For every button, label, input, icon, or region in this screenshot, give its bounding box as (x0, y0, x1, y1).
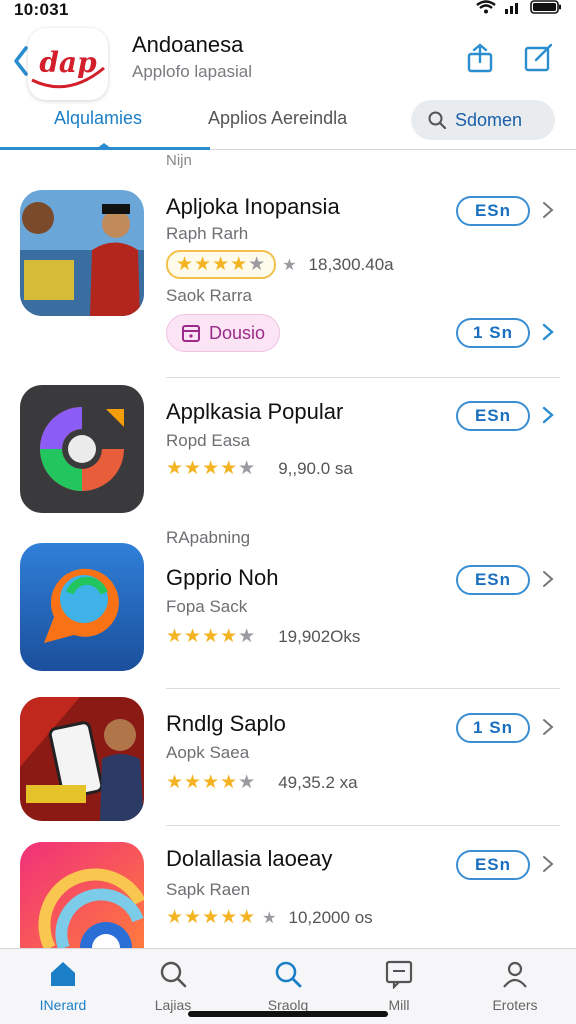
rating-count: 18,300.40a (308, 254, 394, 274)
tab-bar-item-home[interactable]: INerard (18, 959, 108, 1013)
rating-count: 9,,90.0 sa (278, 458, 353, 478)
character-poster-icon[interactable] (20, 190, 144, 316)
tab-applios-aereindla[interactable]: Applios Aereindla (208, 108, 347, 129)
star-rating-icon: ★★★★★ (166, 772, 257, 793)
rating-badge: ★★★★★ (166, 250, 277, 279)
logo-text: dap (39, 46, 97, 79)
tab-bar-item-lajias[interactable]: Lajias (128, 959, 218, 1013)
app-header: dap Andoanesa Applofo lapasial (0, 22, 576, 106)
category-tag[interactable]: Dousio (166, 314, 281, 352)
person-icon (503, 961, 527, 988)
get-button-secondary[interactable]: 1 Sn (456, 318, 530, 348)
rating-row: ★★★★★ ★ 10,2000 os (166, 906, 373, 929)
status-icons (476, 0, 562, 14)
calendar-icon (182, 325, 200, 342)
app-sub-label: Saok Rarra (166, 286, 252, 305)
share-icon[interactable] (464, 42, 496, 74)
get-button[interactable]: ESn (456, 850, 530, 880)
star-rating-icon: ★★★★★ (176, 254, 267, 275)
rating-row: ★★★★★ ★ 18,300.40a (166, 250, 394, 279)
rating-row: ★★★★★ 9,,90.0 sa (166, 457, 353, 480)
app-developer: Sapk Raen (166, 880, 251, 899)
star-outline-icon: ★ (262, 909, 277, 927)
compose-icon[interactable] (522, 42, 554, 74)
app-developer: Raph Rarh (166, 224, 249, 243)
tab-bar-item-sraolg[interactable]: Sraolg (243, 959, 333, 1013)
app-name: Gpprio Noh (166, 565, 279, 590)
logo-swoosh-icon: dap (31, 46, 105, 89)
get-button[interactable]: ESn (456, 401, 530, 431)
search-icon (160, 961, 187, 988)
phone-promo-icon[interactable] (20, 697, 144, 821)
colorful-circle-logo-icon[interactable] (20, 385, 144, 513)
app-developer: Aopk Saea (166, 743, 250, 762)
rating-count: 49,35.2 xa (278, 772, 358, 792)
tab-bar-item-eroters[interactable]: Eroters (470, 959, 560, 1013)
divider (166, 825, 560, 826)
rating-count: 10,2000 os (288, 907, 373, 927)
home-icon (51, 962, 75, 986)
search-icon (428, 111, 447, 130)
rating-count: 19,902Oks (278, 626, 361, 646)
app-name: Rndlg Saplo (166, 711, 286, 736)
get-button[interactable]: ESn (456, 565, 530, 595)
divider (166, 688, 560, 689)
star-rating-icon: ★★★★★ (166, 458, 257, 479)
tab-bar-label: Eroters (492, 997, 538, 1013)
search-icon (275, 961, 302, 988)
get-button[interactable]: 1 Sn (456, 713, 530, 743)
search-label: Sdomen (455, 109, 523, 130)
blue-orange-chat-icon[interactable] (20, 543, 144, 671)
section-label: RApabning (166, 528, 251, 547)
app-name: Applkasia Popular (166, 399, 344, 424)
status-time: 10:031 (14, 0, 69, 19)
chevron-right-icon[interactable] (540, 569, 556, 589)
app-developer: Fopa Sack (166, 597, 248, 616)
star-rating-icon: ★★★★★ (166, 907, 257, 928)
chevron-right-icon[interactable] (540, 200, 556, 220)
get-button[interactable]: ESn (456, 196, 530, 226)
signal-icon (505, 3, 518, 14)
rating-row: ★★★★★ 49,35.2 xa (166, 771, 358, 794)
wifi-icon (476, 0, 496, 14)
rating-row: ★★★★★ 19,902Oks (166, 625, 360, 648)
app-developer: Ropd Easa (166, 431, 251, 450)
section-label: Nijn (166, 152, 192, 169)
search-button[interactable]: Sdomen (411, 100, 555, 140)
message-icon (385, 960, 413, 989)
app-name: Dolallasia laoeay (166, 846, 333, 871)
header-subtitle: Applofo lapasial (132, 62, 253, 81)
home-indicator (188, 1011, 388, 1017)
category-tag-label: Dousio (209, 322, 266, 343)
star-rating-icon: ★★★★★ (166, 626, 257, 647)
tab-bar-label: INerard (39, 997, 87, 1013)
chevron-right-icon[interactable] (540, 322, 556, 342)
status-bar: 10:031 (0, 0, 576, 22)
tab-alqulamies[interactable]: Alqulamies (54, 108, 142, 129)
chevron-right-icon[interactable] (540, 854, 556, 874)
star-outline-icon: ★ (282, 256, 297, 274)
chevron-right-icon[interactable] (540, 405, 556, 425)
app-logo: dap (28, 28, 108, 100)
app-name: Apljoka Inopansia (166, 194, 340, 219)
tab-indicator-notch (96, 143, 112, 149)
battery-icon (530, 0, 561, 14)
header-title: Andoanesa (132, 32, 244, 57)
tab-bar-item-mill[interactable]: Mill (354, 959, 444, 1013)
rainbow-swirl-icon[interactable] (20, 842, 144, 948)
chevron-right-icon[interactable] (540, 717, 556, 737)
segment-tabs: Alqulamies Applios Aereindla Sdomen (0, 100, 576, 150)
divider (166, 377, 560, 378)
